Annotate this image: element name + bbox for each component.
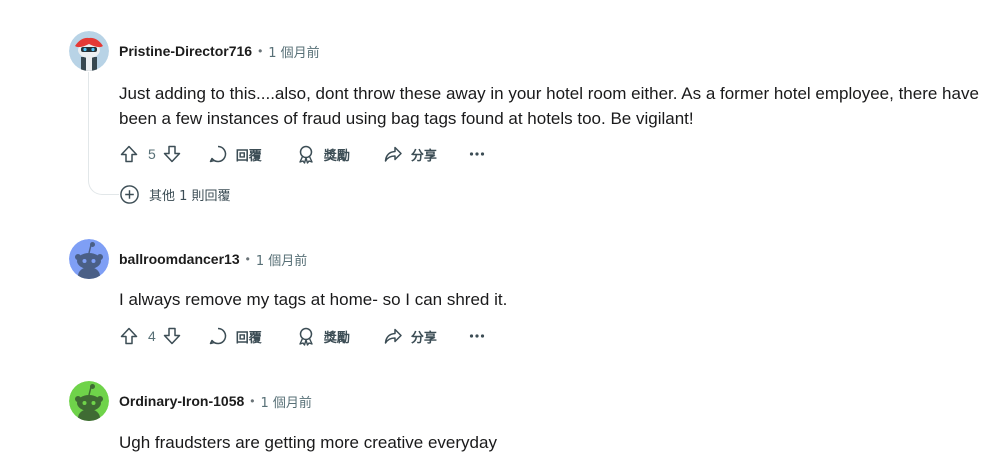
downvote-icon [163,327,181,345]
award-button[interactable]: 獎勵 [296,144,350,164]
award-label: 獎勵 [323,330,350,346]
reply-button[interactable]: 回覆 [208,326,262,346]
award-label: 獎勵 [323,148,350,164]
share-icon [384,328,402,344]
reply-label: 回覆 [235,330,262,346]
more-options-button[interactable] [467,144,487,164]
reply-icon [209,327,226,345]
share-button[interactable]: 分享 [383,144,437,164]
reply-label: 回覆 [235,148,262,164]
share-icon [384,146,402,162]
more-replies-label: 其他 1 則回覆 [149,188,231,204]
comment-meta: Ordinary-Iron-1058 • 1 個月前 [119,391,312,411]
avatar[interactable] [69,381,109,421]
meta-separator: • [250,394,255,408]
thread-line [88,72,119,195]
comment-meta: ballroomdancer13 • 1 個月前 [119,249,307,269]
timestamp[interactable]: 1 個月前 [260,392,311,411]
meta-separator: • [245,252,250,266]
ellipsis-icon [469,152,484,156]
vote-count: 5 [148,146,156,162]
award-button[interactable]: 獎勵 [296,326,350,346]
award-icon [299,145,313,164]
upvote-icon [120,145,138,163]
comment-actions: 5 回覆 獎勵 分享 [119,142,487,166]
reply-icon [209,145,226,163]
downvote-button[interactable] [162,326,182,346]
comment-meta: Pristine-Director716 • 1 個月前 [119,41,320,61]
share-label: 分享 [410,148,437,164]
avatar-icon [69,31,109,71]
username[interactable]: ballroomdancer13 [119,251,240,267]
comment-body: Ugh fraudsters are getting more creative… [119,433,497,452]
avatar[interactable] [69,239,109,279]
upvote-icon [120,327,138,345]
plus-circle-icon [120,184,139,204]
timestamp[interactable]: 1 個月前 [268,42,319,61]
comment-actions: 4 回覆 獎勵 分享 [119,324,487,348]
more-options-button[interactable] [467,326,487,346]
comment-body: I always remove my tags at home- so I ca… [119,290,508,309]
award-icon [299,327,313,346]
meta-separator: • [258,44,263,58]
downvote-button[interactable] [162,144,182,164]
share-button[interactable]: 分享 [383,326,437,346]
snoo-avatar-icon [69,239,109,279]
ellipsis-icon [469,334,484,338]
reply-button[interactable]: 回覆 [208,144,262,164]
vote-count: 4 [148,328,156,344]
snoo-avatar-icon [69,381,109,421]
avatar[interactable] [69,31,109,71]
downvote-icon [163,145,181,163]
upvote-button[interactable] [119,144,139,164]
more-replies-button[interactable]: 其他 1 則回覆 [119,183,231,205]
upvote-button[interactable] [119,326,139,346]
username[interactable]: Ordinary-Iron-1058 [119,393,244,409]
comment-body: Just adding to this....also, dont throw … [119,84,979,128]
username[interactable]: Pristine-Director716 [119,43,252,59]
share-label: 分享 [410,330,437,346]
timestamp[interactable]: 1 個月前 [256,250,307,269]
